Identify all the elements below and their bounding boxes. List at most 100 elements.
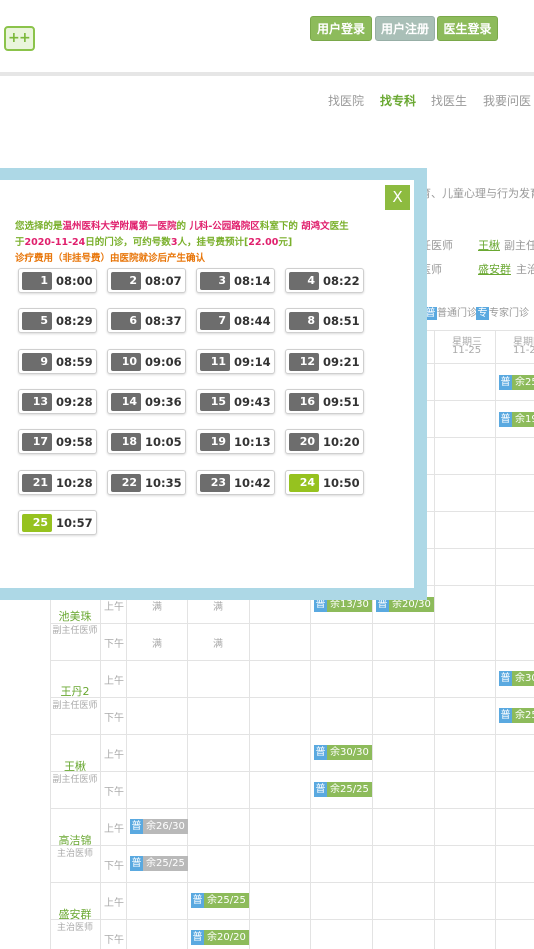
doctor-title: 副主任医师	[52, 701, 98, 711]
user-login-button[interactable]: 用户登录	[310, 16, 372, 41]
time-slot-button[interactable]: 14 09:36	[107, 389, 186, 414]
date-header-thu: 11-26	[513, 345, 534, 356]
slot-time: 09:58	[56, 435, 93, 449]
time-slot-button[interactable]: 6 08:37	[107, 308, 186, 333]
am-label: 上午	[104, 824, 124, 835]
doctor-login-button[interactable]: 医生登录	[437, 16, 498, 41]
slot-badge[interactable]: 普余25/25	[314, 782, 372, 797]
slot-number: 2	[111, 272, 141, 290]
slot-time: 10:57	[56, 516, 93, 530]
time-slot-button[interactable]: 9 08:59	[18, 349, 97, 374]
slot-badge[interactable]: 普余26/30	[130, 819, 188, 834]
slot-number: 7	[200, 312, 230, 330]
slot-number: 8	[289, 312, 319, 330]
slot-time: 09:06	[145, 355, 182, 369]
legend-normal-label: 普通门诊	[437, 308, 477, 319]
time-slot-button[interactable]: 16 09:51	[285, 389, 364, 414]
slot-badge[interactable]: 普余25/25	[130, 856, 188, 871]
slot-time: 10:20	[323, 435, 360, 449]
time-slot-button[interactable]: 23 10:42	[196, 470, 275, 495]
slot-time: 08:51	[323, 314, 360, 328]
slot-number: 5	[22, 312, 52, 330]
fee-notice: 诊疗费用（非挂号费）由医院就诊后产生确认	[15, 253, 206, 264]
nav-find-department[interactable]: 找专科	[380, 92, 416, 109]
hospital-name: 温州医科大学附属第一医院	[62, 221, 177, 232]
doctor-name[interactable]: 池美珠	[50, 608, 100, 624]
doctor-title: 副主任医师	[52, 626, 98, 636]
doctor-name[interactable]: 王丹2	[50, 683, 100, 699]
slot-badge[interactable]: 普余25/25	[191, 893, 249, 908]
doctor-role-fragment-2: 主治	[516, 263, 534, 276]
legend-normal: 普普通门诊	[424, 304, 477, 320]
slot-time: 09:21	[323, 355, 360, 369]
legend-expert-label: 专家门诊	[489, 308, 529, 319]
slot-number: 4	[289, 272, 319, 290]
slot-time: 10:05	[145, 435, 182, 449]
time-slot-button[interactable]: 13 09:28	[18, 389, 97, 414]
time-slot-button[interactable]: 20 10:20	[285, 429, 364, 454]
time-slot-button[interactable]: 8 08:51	[285, 308, 364, 333]
slot-number: 21	[22, 474, 52, 492]
nav-find-hospital[interactable]: 找医院	[328, 92, 364, 109]
time-slot-button[interactable]: 10 09:06	[107, 349, 186, 374]
time-slot-button[interactable]: 15 09:43	[196, 389, 275, 414]
selection-info-line: 您选择的是温州医科大学附属第一医院的 儿科-公园路院区科室下的 胡鸿文医生	[15, 221, 349, 232]
slot-badge[interactable]: 普余25	[499, 708, 534, 723]
doctor-link-wangqiu[interactable]: 王楸	[478, 237, 500, 253]
time-slot-button[interactable]: 24 10:50	[285, 470, 364, 495]
time-slot-button[interactable]: 21 10:28	[18, 470, 97, 495]
slot-time: 09:43	[234, 395, 271, 409]
slot-number: 11	[200, 353, 230, 371]
slot-badge[interactable]: 普余30	[499, 671, 534, 686]
department-intro-text: 育、儿童心理与行为发育	[420, 187, 534, 200]
slot-time: 08:22	[323, 274, 360, 288]
pm-label: 下午	[104, 861, 124, 872]
nav-ask-question[interactable]: 我要问医	[483, 92, 531, 109]
slot-badge[interactable]: 普余25	[499, 375, 534, 390]
slot-time: 08:37	[145, 314, 182, 328]
slot-time: 08:59	[56, 355, 93, 369]
slot-time: 10:28	[56, 476, 93, 490]
close-button[interactable]: X	[385, 185, 410, 210]
time-slot-button[interactable]: 3 08:14	[196, 268, 275, 293]
time-slot-button[interactable]: 7 08:44	[196, 308, 275, 333]
time-slot-button[interactable]: 22 10:35	[107, 470, 186, 495]
time-slot-button[interactable]: 5 08:29	[18, 308, 97, 333]
user-register-button[interactable]: 用户注册	[375, 16, 435, 41]
slot-time: 08:07	[145, 274, 182, 288]
doctor-role-fragment: 副主任	[504, 239, 534, 252]
logo-icon[interactable]: + +	[4, 26, 35, 51]
nav-find-doctor[interactable]: 找医生	[431, 92, 467, 109]
slot-badge[interactable]: 普余20/20	[191, 930, 249, 945]
slot-badge[interactable]: 普余19	[499, 412, 534, 427]
time-slot-button[interactable]: 4 08:22	[285, 268, 364, 293]
slot-time: 08:29	[56, 314, 93, 328]
slot-number: 12	[289, 353, 319, 371]
time-slot-button[interactable]: 25 10:57	[18, 510, 97, 535]
slot-time: 08:14	[234, 274, 271, 288]
time-slot-button[interactable]: 2 08:07	[107, 268, 186, 293]
am-label: 上午	[104, 602, 124, 613]
full-label: 满	[213, 602, 223, 613]
time-slot-button[interactable]: 11 09:14	[196, 349, 275, 374]
slot-number: 17	[22, 433, 52, 451]
slot-number: 23	[200, 474, 230, 492]
slot-number: 14	[111, 393, 141, 411]
pm-label: 下午	[104, 639, 124, 650]
time-slot-button[interactable]: 12 09:21	[285, 349, 364, 374]
slot-number: 10	[111, 353, 141, 371]
slot-time: 10:50	[323, 476, 360, 490]
doctor-link-shenganqun[interactable]: 盛安群	[478, 261, 511, 277]
time-slot-button[interactable]: 1 08:00	[18, 268, 97, 293]
time-slot-button[interactable]: 18 10:05	[107, 429, 186, 454]
slot-badge[interactable]: 普余30/30	[314, 745, 372, 760]
slot-number: 1	[22, 272, 52, 290]
doctor-title: 主治医师	[56, 849, 93, 859]
time-slot-button[interactable]: 19 10:13	[196, 429, 275, 454]
slot-time: 10:35	[145, 476, 182, 490]
full-label: 满	[213, 639, 223, 650]
slot-time: 08:00	[56, 274, 93, 288]
legend-zhuan-icon: 专	[476, 307, 489, 320]
am-label: 上午	[104, 676, 124, 687]
time-slot-button[interactable]: 17 09:58	[18, 429, 97, 454]
